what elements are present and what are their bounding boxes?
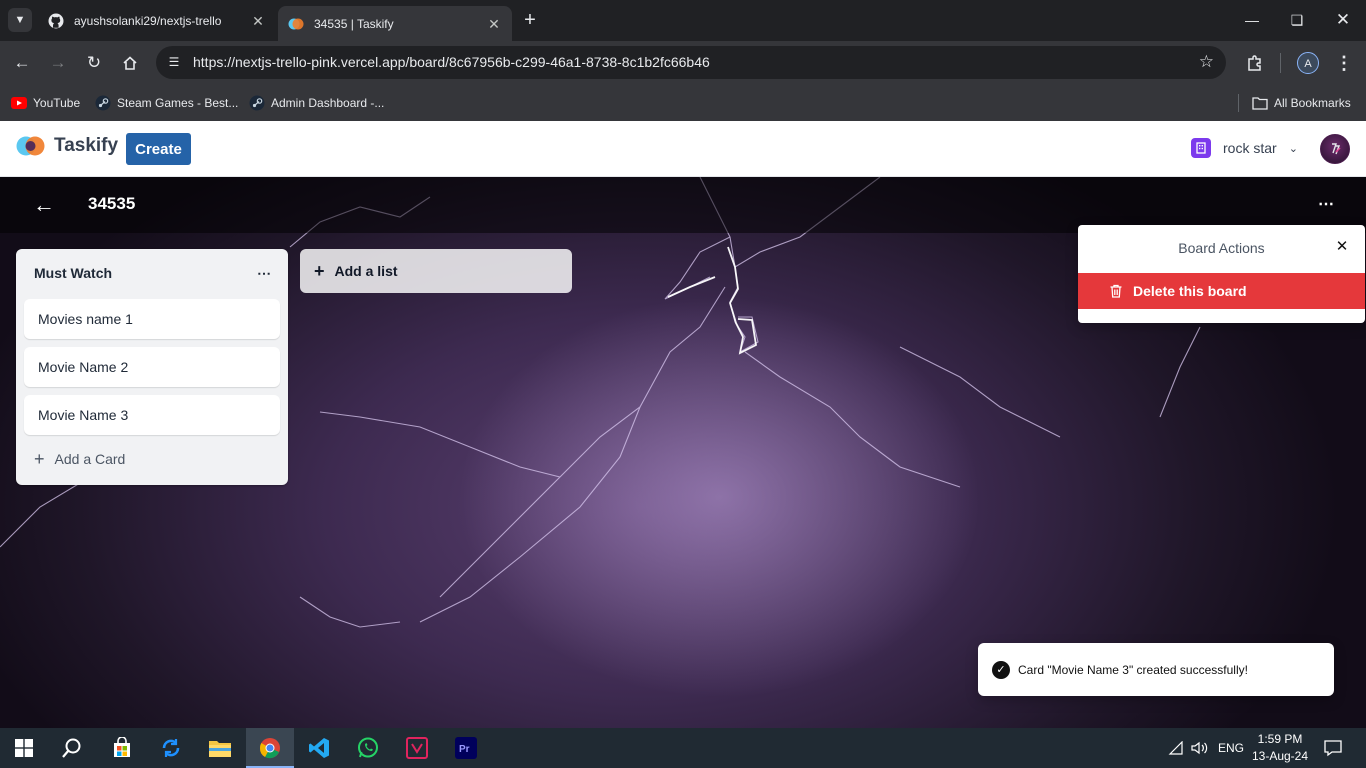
new-tab-button[interactable]: +	[518, 8, 542, 32]
list-title[interactable]: Must Watch	[34, 265, 112, 281]
home-icon[interactable]	[117, 50, 143, 76]
toolbar-divider	[1280, 53, 1281, 73]
minimize-icon[interactable]: —	[1240, 8, 1264, 32]
browser-toolbar: ← → ↻ ☰ https://nextjs-trello-pink.verce…	[0, 41, 1366, 84]
whatsapp-icon[interactable]	[344, 728, 392, 768]
bookmark-steam[interactable]: Steam Games - Best...	[95, 93, 238, 113]
extensions-icon[interactable]	[1243, 51, 1267, 75]
list-column: Must Watch ⋯ Movies name 1 Movie Name 2 …	[16, 249, 288, 485]
windows-taskbar: Pr ENG 1:59 PM 13-Aug-24	[0, 728, 1366, 768]
taskify-logo[interactable]: Taskify	[16, 135, 118, 157]
address-bar[interactable]: ☰ https://nextjs-trello-pink.vercel.app/…	[156, 46, 1226, 79]
board-actions-popover: Board Actions ✕ Delete this board	[1078, 225, 1365, 323]
tab-title: 34535 | Taskify	[314, 16, 394, 31]
clock-date: 13-Aug-24	[1251, 749, 1309, 763]
profile-avatar[interactable]: A	[1297, 52, 1319, 74]
store-icon[interactable]	[98, 728, 146, 768]
bookmark-star-icon[interactable]: ☆	[1199, 52, 1214, 72]
restore-icon[interactable]: ❏	[1285, 8, 1309, 32]
bookmark-label: YouTube	[33, 96, 81, 110]
file-explorer-icon[interactable]	[196, 728, 244, 768]
sync-app-icon[interactable]	[147, 728, 195, 768]
back-arrow-icon[interactable]: ←	[9, 50, 35, 76]
media-app-icon[interactable]	[393, 728, 441, 768]
tab-title: ayushsolanki29/nextjs-trello	[74, 13, 222, 28]
card-item[interactable]: Movie Name 2	[24, 347, 280, 387]
bookmark-label: Steam Games - Best...	[117, 96, 239, 110]
all-bookmarks[interactable]: All Bookmarks	[1252, 93, 1351, 113]
user-avatar[interactable]	[1320, 134, 1350, 164]
reload-icon[interactable]: ↻	[81, 50, 107, 76]
card-item[interactable]: Movies name 1	[24, 299, 280, 339]
close-icon[interactable]: ✕	[1334, 239, 1350, 255]
search-icon[interactable]	[48, 728, 96, 768]
tab-taskify[interactable]: 34535 | Taskify ✕	[278, 6, 512, 41]
steam-icon	[249, 95, 265, 111]
premiere-pro-icon[interactable]: Pr	[442, 728, 490, 768]
tab-close-icon[interactable]: ✕	[486, 16, 502, 32]
language-indicator[interactable]: ENG	[1218, 728, 1244, 768]
organization-icon	[1191, 138, 1211, 158]
trash-icon	[1110, 284, 1122, 298]
plus-icon: +	[314, 260, 325, 281]
chrome-icon[interactable]	[246, 728, 294, 768]
system-clock[interactable]: 1:59 PM 13-Aug-24	[1248, 731, 1312, 765]
browser-menu-icon[interactable]: ⋮	[1332, 51, 1356, 75]
card-item[interactable]: Movie Name 3	[24, 395, 280, 435]
steam-icon	[95, 95, 111, 111]
plus-icon: +	[34, 449, 45, 469]
chevron-down-icon: ⌄	[1288, 142, 1298, 155]
delete-board-label: Delete this board	[1133, 283, 1247, 299]
bookmark-youtube[interactable]: YouTube	[11, 93, 80, 113]
board-options-icon[interactable]: ⋯	[1314, 193, 1338, 217]
url-text: https://nextjs-trello-pink.vercel.app/bo…	[193, 54, 710, 70]
vscode-icon[interactable]	[295, 728, 343, 768]
windows-start-icon[interactable]	[0, 728, 48, 768]
bookmarks-bar: YouTube Steam Games - Best... Admin Dash…	[0, 84, 1366, 121]
add-card-button[interactable]: + Add a Card	[34, 449, 126, 469]
organization-name: rock star	[1223, 140, 1277, 156]
network-icon[interactable]	[1168, 728, 1184, 768]
add-list-button[interactable]: + Add a list	[300, 249, 572, 293]
volume-icon[interactable]	[1191, 728, 1209, 768]
browser-tab-strip: ▼ ayushsolanki29/nextjs-trello ✕ 34535 |…	[0, 0, 1366, 41]
site-settings-icon[interactable]: ☰	[165, 53, 183, 71]
check-circle-icon: ✓	[992, 660, 1010, 679]
logo-text: Taskify	[54, 135, 119, 156]
organization-switcher[interactable]: rock star ⌄	[1191, 138, 1298, 158]
clock-time: 1:59 PM	[1257, 732, 1303, 746]
add-card-label: Add a Card	[54, 451, 126, 467]
tab-search-chevron-icon[interactable]: ▼	[8, 8, 32, 32]
list-options-icon[interactable]: ⋯	[252, 263, 276, 283]
bookmark-admin-dashboard[interactable]: Admin Dashboard -...	[249, 93, 384, 113]
tab-close-icon[interactable]: ✕	[250, 13, 266, 29]
create-button[interactable]: Create	[126, 133, 191, 165]
youtube-icon	[11, 95, 27, 111]
all-bookmarks-label: All Bookmarks	[1274, 96, 1351, 110]
bookmarks-divider	[1238, 94, 1239, 112]
popover-title: Board Actions	[1178, 240, 1265, 256]
tab-github[interactable]: ayushsolanki29/nextjs-trello ✕	[38, 6, 276, 35]
taskify-logo-icon	[16, 136, 45, 156]
back-arrow-icon[interactable]: ←	[32, 193, 56, 217]
notifications-icon[interactable]	[1324, 728, 1342, 768]
window-close-icon[interactable]: ✕	[1331, 8, 1355, 32]
svg-text:Pr: Pr	[459, 744, 470, 755]
add-list-label: Add a list	[334, 263, 398, 279]
github-icon	[48, 13, 64, 29]
success-toast: ✓ Card "Movie Name 3" created successful…	[978, 643, 1334, 696]
taskify-favicon-icon	[288, 16, 304, 32]
bookmark-label: Admin Dashboard -...	[271, 96, 385, 110]
app-navbar: Taskify Create rock star ⌄	[0, 121, 1366, 177]
delete-board-button[interactable]: Delete this board	[1078, 273, 1365, 309]
forward-arrow-icon[interactable]: →	[45, 50, 71, 76]
toast-message: Card "Movie Name 3" created successfully…	[1018, 662, 1248, 677]
folder-icon	[1252, 95, 1268, 111]
board-title[interactable]: 34535	[88, 194, 135, 214]
